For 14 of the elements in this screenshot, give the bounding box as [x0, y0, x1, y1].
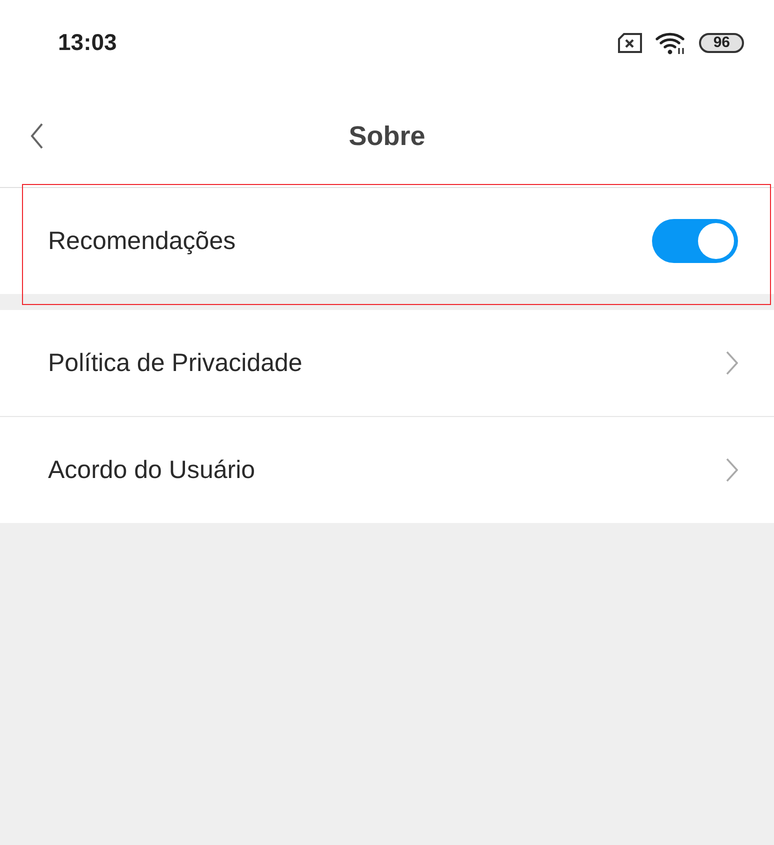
status-time: 13:03: [58, 29, 118, 56]
wifi-icon: [655, 30, 688, 54]
page-title: Sobre: [348, 120, 426, 152]
settings-row[interactable]: Recomendações: [0, 188, 774, 294]
settings-row[interactable]: Acordo do Usuário: [0, 416, 774, 523]
settings-row[interactable]: Política de Privacidade: [0, 310, 774, 416]
row-label: Recomendações: [48, 226, 237, 256]
toggle-switch[interactable]: [652, 219, 738, 263]
chevron-right-icon: [726, 351, 738, 375]
sim-icon: [617, 32, 644, 52]
row-label: Política de Privacidade: [48, 348, 304, 378]
row-label: Acordo do Usuário: [48, 456, 256, 484]
chevron-right-icon: [726, 458, 738, 482]
battery-level: 96: [699, 32, 744, 52]
